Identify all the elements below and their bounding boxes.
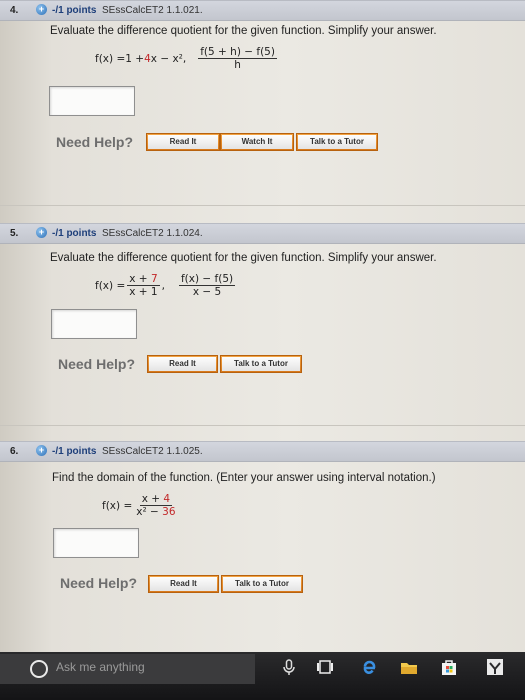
- function-lhs: f(x) =: [102, 499, 133, 512]
- need-help-label: Need Help?: [60, 575, 138, 591]
- separator: ,: [161, 279, 165, 292]
- button-label: Read It: [150, 577, 217, 591]
- numerator-term: x +: [129, 273, 151, 285]
- expand-plus-icon[interactable]: +: [36, 445, 47, 456]
- answer-input[interactable]: [53, 528, 139, 558]
- question-4-function: f(x) = 1 + 4x − x², f(5 + h) − f(5) h: [95, 46, 279, 71]
- talk-to-tutor-button[interactable]: Talk to a Tutor: [220, 355, 302, 373]
- read-it-button[interactable]: Read It: [147, 355, 218, 373]
- quotient-numerator: f(5 + h) − f(5): [198, 46, 277, 59]
- divider: [0, 425, 525, 426]
- question-6-function: f(x) = x + 4 x² − 36: [102, 493, 180, 518]
- taskbar: Ask me anything: [0, 652, 525, 700]
- edge-icon[interactable]: [360, 658, 378, 676]
- function-term: x − x²,: [150, 52, 187, 65]
- denominator-term: x² −: [136, 506, 163, 518]
- button-label: Read It: [148, 135, 218, 149]
- divider: [0, 205, 525, 206]
- numerator-highlight: 7: [150, 273, 158, 285]
- answer-input[interactable]: [49, 86, 135, 116]
- read-it-button[interactable]: Read It: [148, 575, 219, 593]
- numerator-term: x +: [141, 493, 164, 505]
- answer-input[interactable]: [51, 309, 137, 339]
- question-4-prompt: Evaluate the difference quotient for the…: [50, 25, 437, 37]
- button-label: Talk to a Tutor: [298, 135, 376, 149]
- talk-to-tutor-button[interactable]: Talk to a Tutor: [296, 133, 378, 151]
- function-fraction: x + 4 x² − 36: [134, 493, 177, 518]
- function-fraction: x + 7 x + 1: [127, 273, 160, 298]
- need-help-label: Need Help?: [58, 356, 136, 372]
- button-label: Watch It: [222, 135, 292, 149]
- search-placeholder: Ask me anything: [56, 660, 145, 674]
- points-label: -/1 points: [52, 446, 97, 457]
- app-icon[interactable]: [486, 658, 504, 676]
- question-5-header: 5. + -/1 points SEssCalcET2 1.1.024.: [0, 223, 525, 244]
- quotient-denominator: x − 5: [192, 286, 222, 298]
- points-label: -/1 points: [52, 5, 97, 16]
- question-code: SEssCalcET2 1.1.021.: [102, 5, 203, 16]
- store-icon[interactable]: [440, 658, 458, 676]
- expand-plus-icon[interactable]: +: [36, 227, 47, 238]
- question-4-header: 4. + -/1 points SEssCalcET2 1.1.021.: [0, 0, 525, 21]
- numerator-highlight: 4: [163, 493, 171, 505]
- button-label: Talk to a Tutor: [223, 577, 301, 591]
- denominator-highlight: 36: [162, 506, 176, 518]
- quotient-numerator: f(x) − f(5): [178, 273, 236, 286]
- button-label: Read It: [149, 357, 216, 371]
- fraction-numerator: x + 7: [127, 273, 160, 286]
- fraction-numerator: x + 4: [139, 493, 173, 506]
- cortana-icon[interactable]: [30, 660, 48, 678]
- question-6-prompt: Find the domain of the function. (Enter …: [52, 472, 436, 484]
- read-it-button[interactable]: Read It: [146, 133, 220, 151]
- question-5-function: f(x) = x + 7 x + 1 , f(x) − f(5) x − 5: [95, 273, 237, 298]
- microphone-icon[interactable]: [280, 658, 298, 676]
- browser-viewport: 4. + -/1 points SEssCalcET2 1.1.021. Eva…: [0, 0, 525, 655]
- button-label: Talk to a Tutor: [222, 357, 300, 371]
- question-6-header: 6. + -/1 points SEssCalcET2 1.1.025.: [0, 441, 525, 462]
- question-5-prompt: Evaluate the difference quotient for the…: [50, 252, 437, 264]
- task-view-icon[interactable]: [316, 658, 334, 676]
- function-lhs: f(x) =: [95, 52, 126, 65]
- question-number: 6.: [10, 446, 19, 457]
- function-term: 1 +: [125, 52, 145, 65]
- question-code: SEssCalcET2 1.1.024.: [102, 228, 203, 239]
- difference-quotient: f(5 + h) − f(5) h: [198, 46, 277, 71]
- expand-plus-icon[interactable]: +: [36, 4, 47, 15]
- watch-it-button[interactable]: Watch It: [220, 133, 294, 151]
- question-number: 4.: [10, 5, 19, 16]
- talk-to-tutor-button[interactable]: Talk to a Tutor: [221, 575, 303, 593]
- file-explorer-icon[interactable]: [400, 658, 418, 676]
- search-box[interactable]: Ask me anything: [0, 654, 255, 684]
- fraction-denominator: x² − 36: [134, 506, 177, 518]
- question-code: SEssCalcET2 1.1.025.: [102, 446, 203, 457]
- quotient-denominator: h: [234, 59, 241, 71]
- function-lhs: f(x) =: [95, 279, 126, 292]
- points-label: -/1 points: [52, 228, 97, 239]
- difference-quotient: f(x) − f(5) x − 5: [178, 273, 236, 298]
- need-help-label: Need Help?: [56, 134, 134, 150]
- function-highlight: 4: [144, 52, 151, 65]
- question-number: 5.: [10, 228, 19, 239]
- fraction-denominator: x + 1: [129, 286, 158, 298]
